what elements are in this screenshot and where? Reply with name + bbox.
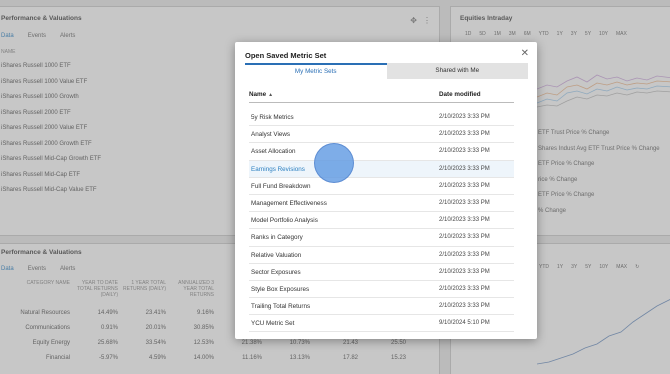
metric-set-name: 5y Risk Metrics xyxy=(251,114,294,121)
metric-set-row[interactable]: Sector Exposures 2/10/2023 3:33 PM xyxy=(249,264,514,281)
metric-set-row[interactable]: Model Portfolio Analysis 2/10/2023 3:33 P… xyxy=(249,212,514,230)
tab-my-metric-sets[interactable]: My Metric Sets xyxy=(245,63,387,79)
metric-set-name: Style Box Exposures xyxy=(251,285,310,293)
metric-set-row[interactable]: Analyst Views 2/10/2023 3:33 PM xyxy=(249,126,514,144)
metric-set-name: Sector Exposures xyxy=(251,268,301,276)
metric-set-list: 5y Risk Metrics 2/10/2023 3:33 PM Analyst… xyxy=(249,109,514,333)
metric-set-name: Asset Allocation xyxy=(251,148,296,156)
metric-set-date: 2/10/2023 3:33 PM xyxy=(439,268,490,275)
tab-shared-with-me[interactable]: Shared with Me xyxy=(386,63,528,79)
metric-set-date: 2/10/2023 3:33 PM xyxy=(439,182,490,189)
metric-set-row-highlighted[interactable]: Earnings Revisions 2/10/2023 3:33 PM xyxy=(249,160,514,178)
metric-set-date: 2/10/2023 3:33 PM xyxy=(439,131,490,138)
metric-set-row[interactable]: Management Effectiveness 2/10/2023 3:33 P… xyxy=(249,195,514,213)
metric-set-date: 2/10/2023 3:33 PM xyxy=(439,114,490,120)
metric-set-row[interactable]: Style Box Exposures 2/10/2023 3:33 PM xyxy=(249,281,514,299)
metric-set-row[interactable]: 5y Risk Metrics 2/10/2023 3:33 PM xyxy=(249,109,514,127)
metric-set-row[interactable]: Relative Valuation 2/10/2023 3:33 PM xyxy=(249,247,514,264)
metric-set-name: Relative Valuation xyxy=(251,251,302,259)
table-header: Name ▲ Date modified xyxy=(249,89,514,103)
metric-set-name: Management Effectiveness xyxy=(251,199,327,207)
metric-set-name: Earnings Revisions xyxy=(251,165,305,173)
sort-ascending-icon: ▲ xyxy=(268,92,274,98)
metric-set-row[interactable]: YCU Metric Set 9/10/2024 5:10 PM xyxy=(249,315,514,333)
metric-set-name: Analyst Views xyxy=(251,131,291,139)
metric-set-date: 9/10/2024 5:10 PM xyxy=(439,320,490,327)
metric-set-date: 2/10/2023 3:33 PM xyxy=(439,199,490,206)
metric-set-row[interactable]: Asset Allocation 2/10/2023 3:33 PM xyxy=(249,143,514,161)
metric-set-row[interactable]: Ranks in Category 2/10/2023 3:33 PM xyxy=(249,229,514,247)
close-icon[interactable]: ✕ xyxy=(521,48,529,59)
open-saved-metric-set-dialog: Open Saved Metric Set ✕ My Metric Sets S… xyxy=(235,42,537,339)
column-header-date-modified[interactable]: Date modified xyxy=(439,91,481,98)
dialog-tabs: My Metric Sets Shared with Me xyxy=(245,63,528,79)
column-header-name[interactable]: Name ▲ xyxy=(249,91,273,98)
metric-set-row[interactable]: Trailing Total Returns 2/10/2023 3:33 PM xyxy=(249,298,514,316)
metric-set-name: Full Fund Breakdown xyxy=(251,182,311,190)
metric-set-row[interactable]: Full Fund Breakdown 2/10/2023 3:33 PM xyxy=(249,178,514,195)
metric-set-name: Model Portfolio Analysis xyxy=(251,217,318,225)
dialog-title: Open Saved Metric Set xyxy=(245,51,327,60)
metric-set-date: 2/10/2023 3:33 PM xyxy=(439,165,490,172)
metric-set-date: 2/10/2023 3:33 PM xyxy=(439,251,490,258)
metric-set-date: 2/10/2023 3:33 PM xyxy=(439,217,490,224)
metric-set-name: YCU Metric Set xyxy=(251,320,295,328)
metric-set-name: Ranks in Category xyxy=(251,234,303,242)
metric-set-date: 2/10/2023 3:33 PM xyxy=(439,303,490,310)
metric-set-name: Trailing Total Returns xyxy=(251,303,311,311)
metric-set-date: 2/10/2023 3:33 PM xyxy=(439,234,490,241)
metric-set-date: 2/10/2023 3:33 PM xyxy=(439,285,490,292)
metric-set-date: 2/10/2023 3:33 PM xyxy=(439,148,490,155)
